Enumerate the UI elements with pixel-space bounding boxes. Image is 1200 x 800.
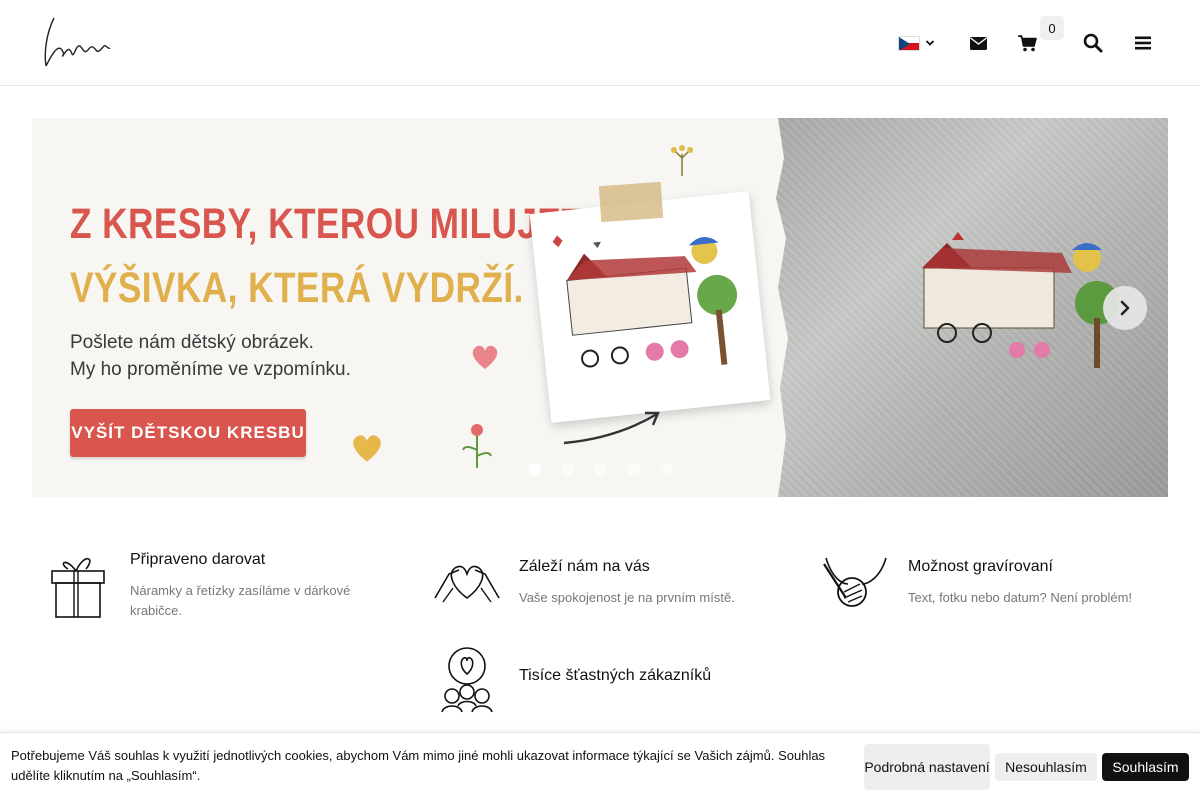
carousel-dot[interactable] <box>660 463 673 476</box>
curved-arrow-icon <box>563 411 660 445</box>
flower-icon <box>462 424 492 468</box>
cookie-decline-button[interactable]: Nesouhlasím <box>995 753 1097 781</box>
cookie-consent-bar: Potřebujeme Váš souhlas k využití jednot… <box>0 732 1200 800</box>
feature-title: Možnost gravírovaní <box>908 558 1053 575</box>
cookie-settings-button[interactable]: Podrobná nastavení <box>864 744 990 790</box>
envelope-icon <box>969 36 987 50</box>
cookie-accept-button[interactable]: Souhlasím <box>1102 753 1189 781</box>
hamburger-menu-icon <box>1135 36 1151 50</box>
cookie-message: Potřebujeme Váš souhlas k využití jednot… <box>11 748 826 783</box>
embroider-drawing-button[interactable]: VYŠÍT DĚTSKOU KRESBU <box>70 409 306 457</box>
yellow-heart-icon <box>353 435 381 462</box>
logo-script-icon <box>44 17 111 67</box>
feature-description: Náramky a řetízky zasíláme v dárkové kra… <box>130 583 351 618</box>
feature-title: Připraveno darovat <box>130 551 266 568</box>
pink-heart-icon <box>472 345 498 369</box>
language-selector[interactable] <box>898 0 942 86</box>
carousel-dot[interactable] <box>528 463 541 476</box>
gift-icon <box>51 557 105 618</box>
feature-title: Tisíce šťastných zákazníků <box>519 667 712 684</box>
feature-description: Vaše spokojenost je na prvním místě. <box>519 590 735 605</box>
feature-title: Záleží nám na vás <box>519 558 650 575</box>
child-drawing-icon <box>552 235 738 368</box>
menu-button[interactable] <box>1128 28 1158 58</box>
feature-description: Text, fotku nebo datum? Není problém! <box>908 590 1133 605</box>
chevron-down-icon <box>925 40 935 46</box>
email-button[interactable] <box>963 28 993 58</box>
carousel-dots <box>528 463 673 476</box>
chevron-right-icon <box>1120 300 1130 316</box>
banner-subtitle-2: My ho proměníme ve vzpomínku. <box>70 359 351 380</box>
child-drawing-card <box>529 191 771 423</box>
cart-button[interactable] <box>1012 28 1042 58</box>
carousel-next-button[interactable] <box>1103 286 1147 330</box>
czech-flag-icon <box>898 35 920 51</box>
yellow-flower-icon <box>671 145 693 176</box>
hero-banner[interactable]: Z KRESBY, KTEROU MILUJETE. VÝŠIVKA, KTER… <box>32 118 1168 497</box>
tape-strip <box>598 181 664 223</box>
torn-edge-icon <box>756 118 788 497</box>
banner-headline-2: VÝŠIVKA, KTERÁ VYDRŽÍ. <box>70 264 524 312</box>
carousel-dot[interactable] <box>627 463 640 476</box>
happy-customers-icon <box>441 647 493 713</box>
carousel-dot[interactable] <box>594 463 607 476</box>
search-icon <box>1083 33 1103 53</box>
cart-icon <box>1017 34 1037 51</box>
banner-subtitle-1: Pošlete nám dětský obrázek. <box>70 332 314 353</box>
cart-count-badge: 0 <box>1040 16 1064 40</box>
site-header: 0 <box>0 0 1200 86</box>
logo[interactable] <box>40 14 116 72</box>
engraving-icon <box>823 557 887 607</box>
heart-hands-icon <box>434 565 500 603</box>
search-button[interactable] <box>1078 28 1108 58</box>
carousel-dot[interactable] <box>561 463 574 476</box>
